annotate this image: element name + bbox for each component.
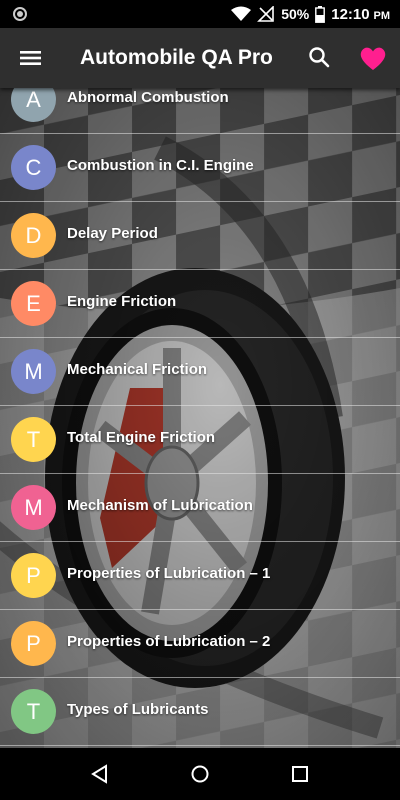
list-item-label: Total Engine Friction <box>67 429 216 446</box>
status-bar: 50% 12:10 PM <box>0 0 400 28</box>
app-bar: Automobile QA Pro <box>0 28 400 88</box>
letter-avatar: M <box>11 485 56 530</box>
list-item-label: Properties of Lubrication – 2 <box>67 633 271 650</box>
letter-avatar: M <box>11 349 56 394</box>
home-circle-icon[interactable] <box>188 762 212 786</box>
list-item-label: Types of Lubricants <box>67 701 209 718</box>
heart-icon[interactable] <box>358 44 388 72</box>
wifi-icon <box>231 6 252 21</box>
notification-dot-icon <box>13 7 27 21</box>
letter-avatar: T <box>11 417 56 462</box>
list-item-label: Properties of Lubrication – 1 <box>67 565 271 582</box>
letter-avatar: T <box>11 689 56 734</box>
hamburger-icon[interactable] <box>14 44 46 72</box>
list-item-label: Combustion in C.I. Engine <box>67 157 254 174</box>
navigation-bar <box>0 748 400 800</box>
list-item-label: Delay Period <box>67 225 158 242</box>
page-title: Automobile QA Pro <box>80 46 273 69</box>
back-triangle-icon[interactable] <box>88 762 112 786</box>
list-item-label: Mechanism of Lubrication <box>67 497 253 514</box>
search-icon[interactable] <box>306 44 334 72</box>
letter-avatar: C <box>11 145 56 190</box>
list-item-label: Engine Friction <box>67 293 177 310</box>
list-item-label: Abnormal Combustion <box>67 89 229 106</box>
clock-ampm: PM <box>373 9 391 22</box>
status-indicators: 50% 12:10 PM <box>231 0 390 28</box>
letter-avatar: E <box>11 281 56 326</box>
list-item[interactable]: P Properties of Lubrication – 2 <box>0 610 400 678</box>
topic-list: A Abnormal Combustion C Combustion in C.I. … <box>0 88 400 746</box>
list-item[interactable]: C Combustion in C.I. Engine <box>0 134 400 202</box>
list-item[interactable]: E Engine Friction <box>0 270 400 338</box>
list-item[interactable]: M Mechanism of Lubrication <box>0 474 400 542</box>
list-item[interactable]: T Total Engine Friction <box>0 406 400 474</box>
clock: 12:10 PM <box>331 6 390 23</box>
topic-list-area[interactable]: A Abnormal Combustion C Combustion in C.I. … <box>0 88 400 748</box>
no-signal-icon <box>257 6 275 22</box>
letter-avatar: A <box>11 88 56 122</box>
letter-avatar: D <box>11 213 56 258</box>
list-item[interactable]: T Types of Lubricants <box>0 678 400 746</box>
list-item-label: Mechanical Friction <box>67 361 208 378</box>
list-item[interactable]: A Abnormal Combustion <box>0 88 400 134</box>
letter-avatar: P <box>11 621 56 666</box>
list-item[interactable]: D Delay Period <box>0 202 400 270</box>
battery-percent: 50% <box>281 6 310 22</box>
letter-avatar: P <box>11 553 56 598</box>
recents-square-icon[interactable] <box>288 762 312 786</box>
list-item[interactable]: P Properties of Lubrication – 1 <box>0 542 400 610</box>
list-item[interactable]: M Mechanical Friction <box>0 338 400 406</box>
clock-time: 12:10 <box>331 5 370 23</box>
battery-icon <box>315 5 326 23</box>
